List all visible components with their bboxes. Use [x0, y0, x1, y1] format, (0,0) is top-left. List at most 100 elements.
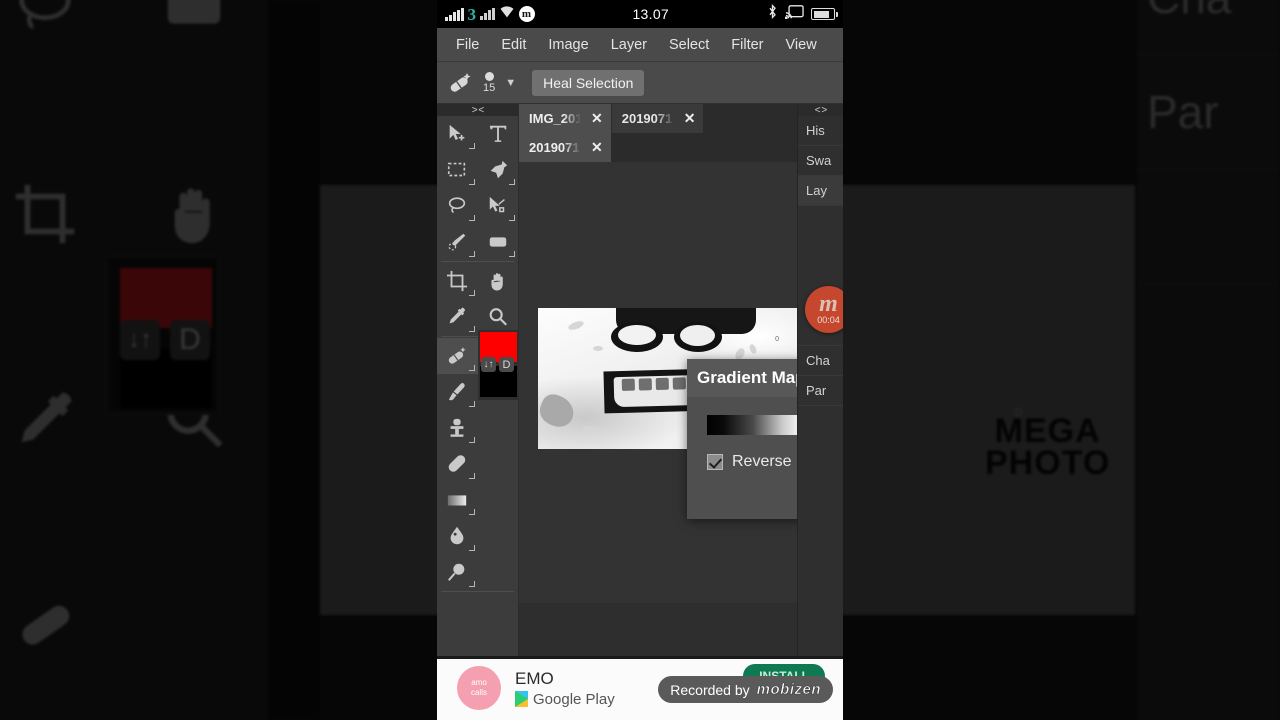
tool-corner-marker	[509, 251, 515, 257]
pen-tool[interactable]	[478, 152, 519, 188]
tool-corner-marker	[509, 179, 515, 185]
toolbox-panel: > < ↓↑ D	[437, 104, 519, 720]
signal-bars-icon	[445, 7, 464, 21]
background-right-dock: Cha Par	[1135, 0, 1280, 720]
menu-item-file[interactable]: File	[445, 37, 490, 53]
ad-app-title: EMO	[515, 668, 554, 688]
background-watermark-line2: PHOTO	[985, 444, 1111, 483]
lasso-select-tool[interactable]	[437, 188, 478, 224]
canvas-area[interactable]: 0 MEGA PHOTO Gradient Map	[519, 162, 843, 616]
background-watermark: MEGA PHOTO	[985, 414, 1111, 483]
tool-corner-marker	[468, 473, 475, 479]
paintbrush-tool[interactable]	[437, 374, 478, 410]
tool-corner-marker	[468, 509, 475, 515]
background-dock-item-par: Par	[1137, 55, 1280, 170]
close-icon[interactable]: ✕	[591, 110, 603, 127]
dodge-tool[interactable]	[437, 554, 478, 590]
tab-label: IMG_201	[529, 111, 581, 126]
magic-brush-select-tool[interactable]	[437, 224, 478, 260]
heal-selection-icon[interactable]	[447, 70, 473, 96]
menu-item-filter[interactable]: Filter	[720, 37, 774, 53]
menu-item-edit[interactable]: Edit	[490, 37, 537, 53]
app-menu-bar: File Edit Image Layer Select Filter View	[437, 28, 843, 62]
close-icon[interactable]: ✕	[684, 110, 696, 127]
default-colors-button[interactable]: D	[499, 357, 514, 372]
tool-corner-marker	[468, 143, 475, 149]
eyedropper-tool[interactable]	[437, 299, 478, 335]
ad-text-block: EMO Google Play	[515, 669, 615, 708]
brush-size-indicator[interactable]: 15	[483, 71, 495, 94]
photo-eye-left	[611, 322, 663, 352]
tab-row-1: IMG_201 ✕ 2019071 ✕	[519, 104, 797, 133]
cast-icon	[784, 4, 804, 24]
gradient-tool[interactable]	[437, 482, 478, 518]
move-tool[interactable]	[437, 116, 478, 152]
tab-2019071-a[interactable]: 2019071 ✕	[611, 104, 705, 133]
toolbox-empty-slot	[478, 446, 519, 482]
background-dock-item-cha: Cha	[1137, 0, 1280, 55]
mobizen-wordmark: mobizen	[756, 681, 821, 699]
tab-img-201[interactable]: IMG_201 ✕	[519, 104, 612, 133]
phone-viewport: 3 m 13.07 File Edit Image Layer Select F…	[437, 0, 843, 720]
mobizen-logo-icon: m	[819, 290, 838, 317]
tool-corner-marker	[468, 326, 475, 332]
ad-store-label: Google Play	[533, 690, 615, 708]
dock-item-paragraph[interactable]: Par	[798, 376, 843, 406]
reverse-checkbox[interactable]	[707, 454, 723, 470]
tool-corner-marker	[468, 545, 475, 551]
path-select-tool[interactable]	[478, 188, 519, 224]
menu-item-image[interactable]: Image	[537, 37, 599, 53]
eraser-tool[interactable]	[437, 446, 478, 482]
toolbox-separator	[441, 591, 514, 592]
heal-tool[interactable]	[437, 338, 478, 374]
dock-item-swatches[interactable]: Swa	[798, 146, 843, 176]
background-crop-icon	[0, 155, 119, 272]
background-swap-colors-icon: ↓↑	[120, 320, 160, 360]
photo-corner-value: 0	[775, 336, 779, 343]
dock-item-layers[interactable]: Lay	[798, 176, 843, 206]
menu-item-view[interactable]: View	[775, 37, 828, 53]
clone-stamp-tool[interactable]	[437, 410, 478, 446]
ad-banner[interactable]: amo calls EMO Google Play INSTALL Record…	[437, 656, 843, 720]
tab-label: 2019071	[529, 140, 580, 155]
screenshot-stage: ↓↑ D 0 MEGA PHOTO Cha Par 3	[0, 0, 1280, 720]
hand-tool[interactable]	[478, 263, 519, 299]
background-eyedropper-icon	[0, 360, 119, 477]
recorded-by-chip: Recorded by mobizen	[658, 676, 833, 703]
crop-tool[interactable]	[437, 263, 478, 299]
dock-item-history[interactable]: His	[798, 116, 843, 146]
google-play-icon	[515, 691, 528, 707]
right-dock-collapse-handle[interactable]: < >	[798, 104, 843, 116]
ad-icon-line1: amo	[471, 678, 487, 687]
rectangle-select-tool[interactable]	[437, 152, 478, 188]
background-color-swatch: ↓↑ D	[105, 255, 220, 415]
close-icon[interactable]: ✕	[591, 139, 603, 156]
shape-tool[interactable]	[478, 224, 519, 260]
background-heal-icon	[0, 565, 119, 682]
menu-item-select[interactable]: Select	[658, 37, 720, 53]
tool-corner-marker	[468, 581, 475, 587]
text-tool[interactable]	[478, 116, 519, 152]
tab-2019071-b[interactable]: 2019071 ✕	[519, 133, 612, 162]
background-default-colors-icon: D	[170, 320, 210, 360]
status-left-icons: 3 m	[445, 5, 535, 23]
toolbox-collapse-handle[interactable]: > <	[437, 104, 518, 116]
three-carrier-logo: 3	[467, 4, 477, 24]
dock-item-channels[interactable]: Cha	[798, 346, 843, 376]
tab-bar-filler	[704, 104, 797, 133]
chevron-down-icon[interactable]: ▼	[505, 77, 516, 89]
recorded-by-label: Recorded by	[670, 681, 750, 698]
document-tab-bar: IMG_201 ✕ 2019071 ✕ 2019071 ✕	[519, 104, 797, 162]
menu-item-layer[interactable]: Layer	[600, 37, 658, 53]
photo-eye-right	[674, 322, 722, 352]
color-swatch-control[interactable]: ↓↑ D	[478, 330, 519, 400]
toolbox-empty-slot	[478, 410, 519, 446]
swap-colors-button[interactable]: ↓↑	[481, 357, 496, 372]
reverse-label: Reverse	[732, 453, 792, 470]
blur-tool[interactable]	[437, 518, 478, 554]
background-blank-icon	[119, 565, 268, 682]
status-right-icons	[767, 4, 838, 24]
gradient-preview-swatch[interactable]	[707, 415, 803, 435]
signal-bars-secondary-icon	[480, 8, 495, 20]
ad-icon-line2: calls	[470, 688, 487, 697]
